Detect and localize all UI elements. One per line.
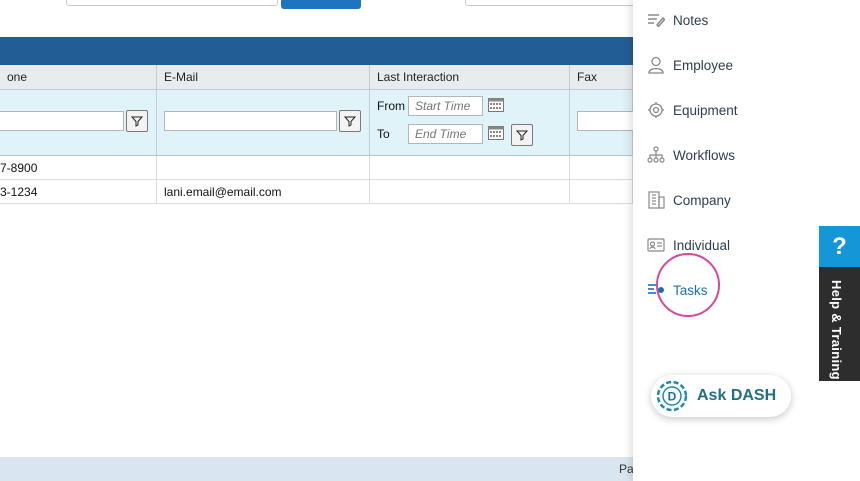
ask-dash-button[interactable]: D Ask DASH (651, 375, 791, 417)
panel-item-label: Employee (673, 57, 734, 73)
end-time-input[interactable] (408, 124, 483, 144)
from-label: From (377, 99, 405, 113)
dash-gear-icon: D (656, 380, 688, 412)
cell-email: lani.email@email.com (157, 180, 370, 204)
help-icon[interactable]: ? (819, 226, 860, 267)
filter-icon (344, 116, 356, 127)
filter-cell-phone (0, 90, 157, 156)
header-label: one (7, 70, 28, 84)
cell-fax (570, 180, 633, 204)
help-training-label: Help & Training (829, 280, 844, 380)
email-filter-button[interactable] (339, 110, 361, 132)
calendar-icon[interactable] (488, 98, 504, 112)
panel-item-notes[interactable]: Notes (647, 8, 708, 32)
to-label: To (377, 127, 390, 141)
data-grid: one E-Mail Last Interaction Fax From To … (0, 65, 647, 205)
column-header-fax[interactable]: Fax (570, 65, 633, 90)
filter-cell-fax (570, 90, 647, 156)
phone-filter-input[interactable] (0, 111, 124, 131)
top-search-input[interactable] (66, 0, 278, 6)
panel-item-label: Company (673, 192, 731, 208)
employee-icon (647, 56, 665, 74)
grid-footer: Pa (0, 457, 634, 481)
individual-icon (647, 236, 665, 254)
panel-item-label: Individual (673, 237, 731, 253)
svg-text:D: D (668, 390, 677, 404)
equipment-icon (647, 101, 665, 119)
phone-filter-button[interactable] (126, 110, 148, 132)
company-icon (647, 191, 665, 209)
cell-phone: 7-8900 (0, 156, 157, 180)
top-action-button[interactable] (281, 0, 361, 9)
filter-icon (516, 130, 528, 141)
help-training-tab[interactable]: ? Help & Training (819, 226, 860, 381)
panel-item-equipment[interactable]: Equipment (647, 98, 738, 122)
panel-item-company[interactable]: Company (647, 188, 731, 212)
panel-item-employee[interactable]: Employee (647, 53, 733, 77)
panel-item-workflows[interactable]: Workflows (647, 143, 735, 167)
column-header-last-interaction[interactable]: Last Interaction (370, 65, 570, 90)
panel-item-label: Workflows (673, 147, 736, 163)
header-label: Last Interaction (377, 70, 460, 84)
filter-icon (131, 116, 143, 127)
notes-icon (647, 11, 665, 29)
click-highlight-ring (656, 253, 720, 317)
start-time-input[interactable] (408, 96, 483, 116)
cell-last-interaction (370, 156, 570, 180)
panel-item-label: Notes (673, 12, 709, 28)
cell-email (157, 156, 370, 180)
email-filter-input[interactable] (164, 111, 337, 131)
column-header-phone[interactable]: one (0, 65, 157, 90)
header-label: Fax (577, 70, 598, 84)
header-label: E-Mail (164, 70, 199, 84)
last-interaction-filter-button[interactable] (511, 124, 533, 146)
pager-label: Pa (619, 462, 634, 476)
panel-item-label: Equipment (673, 102, 738, 118)
cell-fax (570, 156, 633, 180)
ask-dash-label: Ask DASH (697, 387, 776, 405)
filter-cell-last-interaction: From To (370, 90, 570, 156)
top-select-input[interactable] (465, 0, 637, 6)
column-header-email[interactable]: E-Mail (157, 65, 370, 90)
workflows-icon (647, 146, 665, 164)
cell-last-interaction (370, 180, 570, 204)
ask-dash-brand: DASH (730, 387, 777, 404)
cell-phone: 3-1234 (0, 180, 157, 204)
grid-toolbar-bar (0, 37, 633, 65)
filter-cell-email (157, 90, 370, 156)
calendar-icon[interactable] (488, 126, 504, 140)
ask-dash-prefix: Ask (697, 387, 727, 404)
